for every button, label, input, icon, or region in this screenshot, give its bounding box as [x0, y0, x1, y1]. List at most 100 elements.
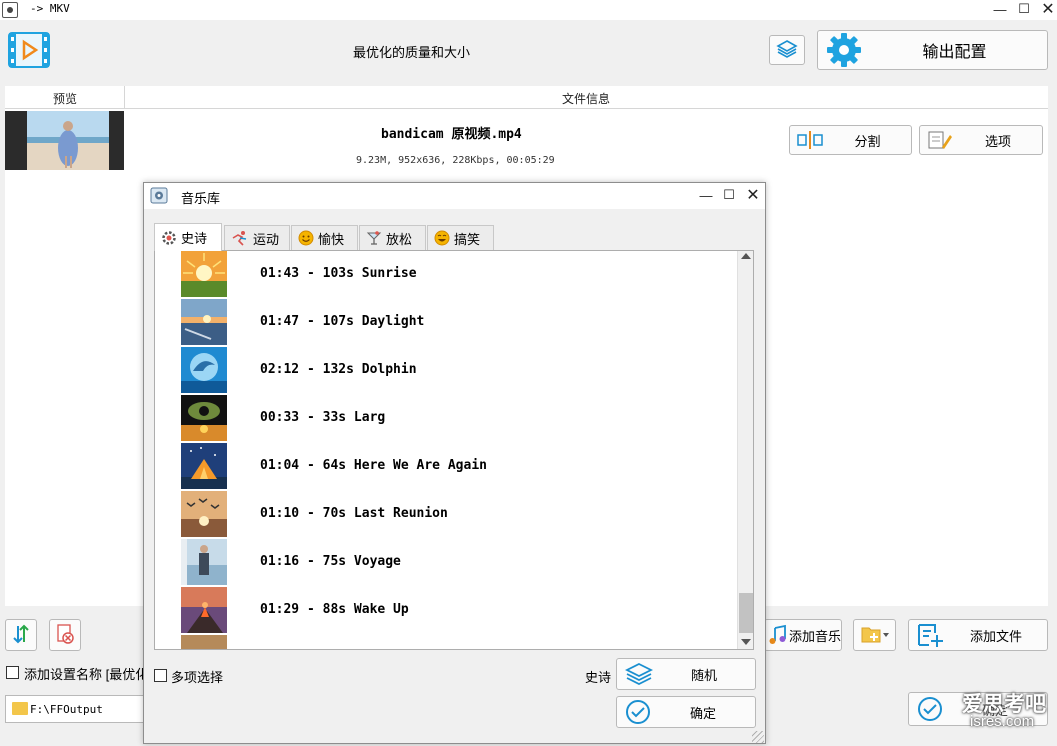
scroll-up-arrow[interactable]	[741, 253, 751, 259]
preview-column-header: 预览	[53, 92, 78, 106]
track-row[interactable]: 01:43 - 103s Sunrise	[181, 251, 721, 299]
track-thumbnail	[181, 491, 227, 537]
add-setting-name-label: 添加设置名称 [最优化	[24, 667, 149, 682]
watermark-line2: isres.com	[970, 713, 1035, 730]
music-list[interactable]: 01:43 - 103s Sunrise 01:47 - 107s Dayligh…	[154, 250, 754, 650]
layers-icon	[624, 662, 654, 686]
options-button[interactable]: 选项	[919, 125, 1043, 155]
track-label: 02:12 - 132s Dolphin	[260, 362, 417, 377]
scroll-down-arrow[interactable]	[741, 639, 751, 645]
track-thumbnail	[181, 299, 227, 345]
multi-select-checkbox[interactable]	[154, 669, 167, 682]
track-row[interactable]: 02:12 - 132s Dolphin	[181, 347, 721, 395]
preset-label[interactable]: 最优化的质量和大小	[353, 42, 470, 61]
folder-icon	[12, 702, 28, 715]
app-icon	[2, 2, 18, 18]
output-folder-field[interactable]: F:\FFOutput	[5, 695, 145, 723]
options-icon	[926, 129, 954, 151]
tab-epic-label: 史诗	[181, 231, 208, 246]
track-thumbnail	[181, 635, 227, 649]
track-label: 01:16 - 75s Voyage	[260, 554, 401, 569]
check-circle-icon	[917, 696, 943, 722]
track-label: 01:04 - 64s Here We Are Again	[260, 458, 487, 473]
track-label: 00:33 - 33s Larg	[260, 410, 386, 425]
current-category-label: 史诗	[585, 670, 612, 685]
track-thumbnail	[181, 587, 227, 633]
split-icon	[796, 130, 824, 150]
gear-icon	[161, 230, 177, 246]
tab-sports[interactable]: 运动	[224, 225, 290, 250]
dialog-maximize-button[interactable]: ☐	[717, 186, 741, 204]
remove-file-icon	[55, 623, 75, 648]
vertical-scrollbar[interactable]	[737, 251, 753, 649]
multi-select-label: 多项选择	[171, 670, 224, 685]
track-label: 01:47 - 107s Daylight	[260, 314, 425, 329]
close-button[interactable]: ✕	[1036, 0, 1057, 18]
check-circle-icon	[625, 699, 651, 725]
sort-button[interactable]	[5, 619, 37, 651]
toolbar: 最优化的质量和大小 输出配置	[0, 20, 1057, 82]
track-row-partial[interactable]	[181, 635, 721, 649]
dialog-title: 音乐库	[181, 191, 221, 206]
maximize-button[interactable]: ☐	[1012, 0, 1036, 18]
file-info-column-header: 文件信息	[562, 92, 611, 106]
random-button[interactable]: 随机	[616, 658, 756, 690]
dialog-title-bar: 音乐库 — ☐ ✕	[144, 183, 765, 209]
dialog-minimize-button[interactable]: —	[694, 186, 718, 204]
add-file-icon	[915, 622, 945, 648]
output-config-button[interactable]: 输出配置	[817, 30, 1048, 70]
music-library-dialog: 音乐库 — ☐ ✕ 史诗 运动 愉快 放松 搞笑 01:43 - 103s Su…	[143, 182, 766, 744]
track-label: 01:10 - 70s Last Reunion	[260, 506, 448, 521]
add-folder-button[interactable]	[853, 619, 896, 651]
smile-icon	[298, 230, 314, 246]
cocktail-icon	[366, 230, 382, 246]
file-list-header: 预览 文件信息	[5, 86, 1048, 109]
track-thumbnail	[181, 443, 227, 489]
gear-icon	[826, 32, 862, 68]
dialog-close-button[interactable]: ✕	[741, 186, 765, 204]
tab-funny-label: 搞笑	[454, 231, 481, 247]
track-thumbnail	[181, 539, 227, 585]
resize-grip[interactable]	[752, 731, 764, 743]
tab-happy[interactable]: 愉快	[291, 225, 358, 250]
dialog-ok-button[interactable]: 确定	[616, 696, 756, 728]
tab-funny[interactable]: 搞笑	[427, 225, 494, 250]
split-button[interactable]: 分割	[789, 125, 912, 155]
track-thumbnail	[181, 395, 227, 441]
random-label: 随机	[690, 667, 717, 683]
running-icon	[231, 230, 249, 246]
add-folder-icon	[860, 623, 890, 648]
track-row[interactable]: 01:10 - 70s Last Reunion	[181, 491, 721, 539]
track-row[interactable]: 01:04 - 64s Here We Are Again	[181, 443, 721, 491]
track-row[interactable]: 01:47 - 107s Daylight	[181, 299, 721, 347]
tab-relax[interactable]: 放松	[359, 225, 426, 250]
tab-happy-label: 愉快	[318, 231, 345, 247]
sort-arrows-icon	[11, 623, 31, 648]
music-note-icon	[767, 624, 789, 646]
track-row[interactable]: 01:16 - 75s Voyage	[181, 539, 721, 587]
window-title: -> MKV	[30, 2, 70, 15]
tab-epic[interactable]: 史诗	[154, 223, 222, 251]
split-label: 分割	[854, 133, 881, 149]
minimize-button[interactable]: —	[988, 0, 1012, 18]
file-name: bandicam 原视频.mp4	[381, 127, 522, 142]
output-config-label: 输出配置	[922, 44, 987, 61]
track-label: 01:43 - 103s Sunrise	[260, 266, 417, 281]
add-music-label: 添加音乐	[789, 628, 842, 644]
track-row[interactable]: 00:33 - 33s Larg	[181, 395, 721, 443]
add-file-button[interactable]: 添加文件	[908, 619, 1048, 651]
layers-button[interactable]	[769, 35, 805, 65]
remove-file-button[interactable]	[49, 619, 81, 651]
output-path: F:\FFOutput	[30, 703, 103, 716]
video-thumbnail	[5, 111, 124, 170]
track-row[interactable]: 01:29 - 88s Wake Up	[181, 587, 721, 635]
add-music-button[interactable]: 添加音乐	[764, 619, 842, 651]
scroll-thumb[interactable]	[739, 593, 753, 633]
tab-sports-label: 运动	[253, 231, 280, 247]
dialog-ok-label: 确定	[689, 705, 716, 721]
layers-icon	[776, 39, 798, 62]
file-row[interactable]: bandicam 原视频.mp4 9.23M, 952x636, 228Kbps…	[5, 110, 1048, 171]
track-thumbnail	[181, 347, 227, 393]
dialog-app-icon	[150, 187, 168, 204]
add-setting-name-checkbox[interactable]	[6, 666, 19, 679]
